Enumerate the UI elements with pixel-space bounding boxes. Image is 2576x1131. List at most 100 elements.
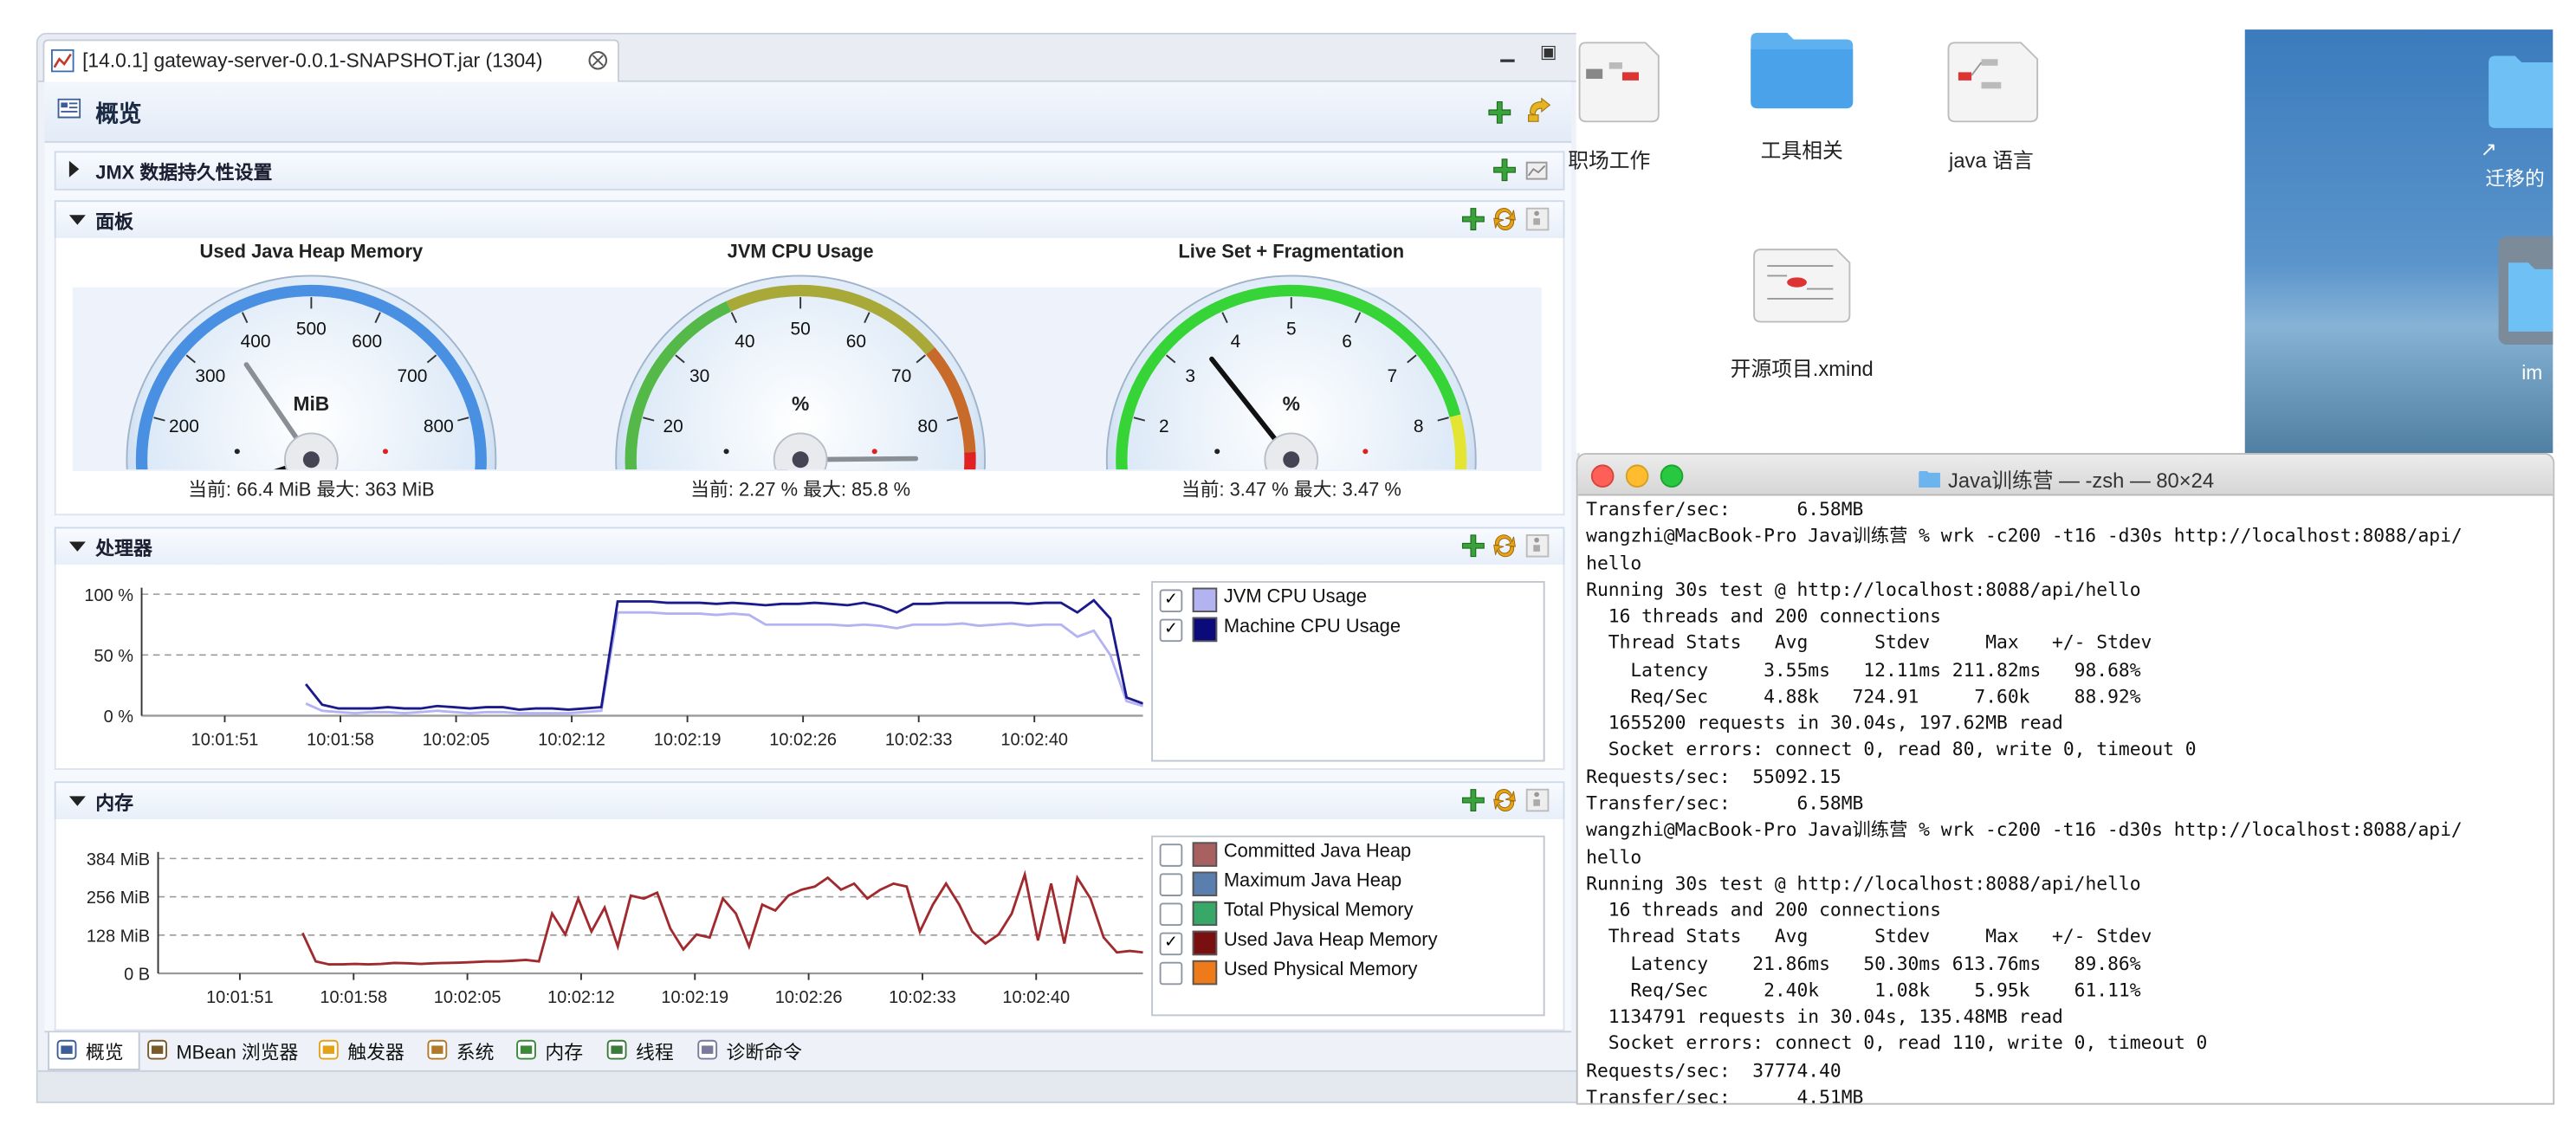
bottom-tab[interactable]: MBean 浏览器 [140, 1032, 308, 1069]
gauge-tick-label: 30 [689, 366, 709, 386]
y-tick-label: 384 MiB [87, 850, 150, 869]
x-tick-label: 10:02:05 [434, 988, 502, 1007]
refresh-icon[interactable] [1492, 533, 1518, 558]
minimize-icon[interactable]: ▁ [1500, 41, 1514, 62]
bottom-tab-label: 诊断命令 [726, 1044, 803, 1064]
terminal-line: Requests/sec: 37774.40 [1586, 1058, 1841, 1084]
expand-icon[interactable] [68, 160, 80, 178]
legend-swatch [1192, 930, 1218, 956]
x-tick-label: 10:02:26 [775, 988, 843, 1007]
y-tick-label: 128 MiB [87, 927, 150, 946]
terminal-line-text: wangzhi@MacBook-Pro Java训练营 % wrk -c200 … [1586, 819, 2463, 841]
refresh-icon[interactable] [1492, 207, 1518, 231]
terminal-line-text: Thread Stats Avg Stdev Max +/- Stdev [1586, 632, 2152, 655]
legend-checkbox[interactable]: ✓ [1159, 618, 1183, 643]
legend-checkbox[interactable] [1159, 843, 1183, 867]
collapse-icon[interactable] [68, 796, 86, 806]
finder-item-label[interactable]: 开源项目.xmind [1703, 352, 1900, 383]
x-tick-label: 10:01:58 [320, 988, 387, 1007]
folder-icon[interactable] [2485, 53, 2553, 135]
mindmap-file-icon[interactable] [1938, 39, 2047, 125]
finder-item-label[interactable]: 工具相关 [1703, 133, 1900, 165]
accessibility-icon[interactable] [1525, 533, 1550, 558]
gauge-tick-label: 4 [1231, 332, 1241, 352]
section-memory[interactable]: 内存 [54, 781, 1565, 821]
jmc-window: [14.0.1] gateway-server-0.0.1-SNAPSHOT.j… [36, 32, 1580, 1103]
gauge-tick-label: 700 [397, 366, 427, 386]
terminal-line: 16 threads and 200 connections [1586, 604, 1941, 630]
x-tick-label: 10:02:40 [1002, 988, 1070, 1007]
terminal-line-text: hello [1586, 552, 1642, 574]
terminal-line: hello [1586, 844, 1641, 870]
memory-chart[interactable]: 384 MiB 256 MiB 128 MiB 0 B 10:01:51 10:01:58… [56, 819, 1143, 1030]
bottom-tab[interactable]: 概览 [48, 1032, 140, 1070]
bottom-tab[interactable]: 诊断命令 [690, 1032, 819, 1069]
maximize-icon[interactable]: ▣ [1540, 41, 1557, 62]
cpu-chart[interactable]: 100 % 50 % 0 % 10:01:51 10:01:58 10:02:05 10:0… [56, 565, 1143, 768]
desktop-item-label[interactable]: 迁移的 [2485, 165, 2544, 192]
terminal-window: Java训练营 — -zsh — 80×24 Transfer/sec: 6.5… [1576, 453, 2555, 1105]
finder-window: 职场工作 工具相关 java 语言 开源项目.xmind [1568, 29, 2247, 454]
close-icon[interactable]: ⨂ [588, 48, 608, 71]
tab-icon [516, 1039, 536, 1060]
bottom-tab[interactable]: 线程 [599, 1032, 687, 1069]
bottom-tab[interactable]: 触发器 [311, 1032, 417, 1069]
gauge-tick-label: 40 [735, 332, 754, 352]
terminal-line: Transfer/sec: 4.51MB [1586, 1085, 1863, 1103]
add-icon[interactable] [1461, 533, 1486, 558]
add-icon[interactable] [1461, 207, 1486, 231]
finder-item-label[interactable]: java 语言 [1893, 143, 2090, 174]
gauge-tick-label: 50 [790, 320, 810, 339]
legend-checkbox[interactable]: ✓ [1159, 932, 1183, 956]
terminal-line-text: Running 30s test @ http://localhost:8088… [1586, 872, 2141, 895]
finder-item-label[interactable]: 职场工作 [1511, 143, 1708, 174]
collapse-icon[interactable] [68, 541, 86, 552]
y-tick-label: 0 B [124, 966, 150, 985]
bottom-tab[interactable]: 内存 [509, 1032, 597, 1069]
terminal-line-text: Requests/sec: 55092.15 [1586, 766, 1841, 788]
legend-checkbox[interactable] [1159, 873, 1183, 896]
editor-tab-title: [14.0.1] gateway-server-0.0.1-SNAPSHOT.j… [82, 48, 543, 73]
gauge-unit: MiB [293, 392, 329, 415]
gauge-caption: 当前: 66.4 MiB 最大: 363 MiB [188, 481, 435, 501]
legend-checkbox[interactable] [1159, 902, 1183, 927]
y-tick-label: 100 % [84, 586, 133, 605]
bottom-tab-label: MBean 浏览器 [176, 1044, 299, 1064]
section-title: 面板 [95, 213, 134, 234]
collapse-icon[interactable] [68, 215, 86, 225]
accessibility-icon[interactable] [1525, 788, 1550, 812]
terminal-line-text: hello [1586, 846, 1642, 868]
gauge: 0102030405060708090100% [615, 275, 986, 470]
section-dashboard[interactable]: 面板 [54, 200, 1565, 240]
terminal-line: Req/Sec 4.88k 724.91 7.60k 88.92% [1586, 684, 2140, 710]
legend-checkbox[interactable] [1159, 961, 1183, 986]
accessibility-icon[interactable] [1525, 207, 1550, 231]
reset-icon[interactable] [1525, 97, 1553, 125]
x-tick-label: 10:01:51 [206, 988, 274, 1007]
desktop-item-label[interactable]: im [2521, 361, 2542, 385]
section-jmx-persistence[interactable]: JMX 数据持久性设置 [54, 151, 1565, 191]
terminal-line: Req/Sec 2.40k 1.08k 5.95k 61.11% [1586, 978, 2140, 1004]
editor-tab[interactable]: [14.0.1] gateway-server-0.0.1-SNAPSHOT.j… [42, 39, 619, 82]
memory-panel: 384 MiB 256 MiB 128 MiB 0 B 10:01:51 10:01:58… [54, 818, 1565, 1031]
terminal-line: Socket errors: connect 0, read 80, write… [1586, 738, 2197, 764]
add-icon[interactable] [1461, 788, 1486, 812]
mindmap-file-icon[interactable] [1747, 246, 1855, 325]
memory-legend: Committed Java Heap Maximum Java Heap Tota… [1151, 835, 1545, 1017]
add-icon[interactable] [1487, 100, 1512, 125]
terminal-line: Thread Stats Avg Stdev Max +/- Stdev [1586, 925, 2152, 951]
bottom-tab[interactable]: 系统 [420, 1032, 506, 1069]
legend-swatch [1192, 960, 1218, 986]
section-processor[interactable]: 处理器 [54, 527, 1565, 566]
refresh-icon[interactable] [1492, 788, 1518, 812]
x-tick-label: 10:02:40 [1000, 731, 1068, 750]
gauge-tick-label: 60 [846, 332, 866, 352]
folder-icon[interactable] [2495, 233, 2553, 348]
legend-checkbox[interactable]: ✓ [1159, 589, 1183, 613]
gauge-tick-label: 400 [241, 332, 271, 352]
mindmap-file-icon[interactable] [1573, 39, 1665, 125]
alias-arrow-icon: ↗ [2480, 138, 2497, 161]
folder-icon[interactable] [1747, 29, 1855, 112]
gauge-tick-label: 7 [1387, 366, 1397, 386]
x-tick-label: 10:02:12 [538, 731, 605, 750]
